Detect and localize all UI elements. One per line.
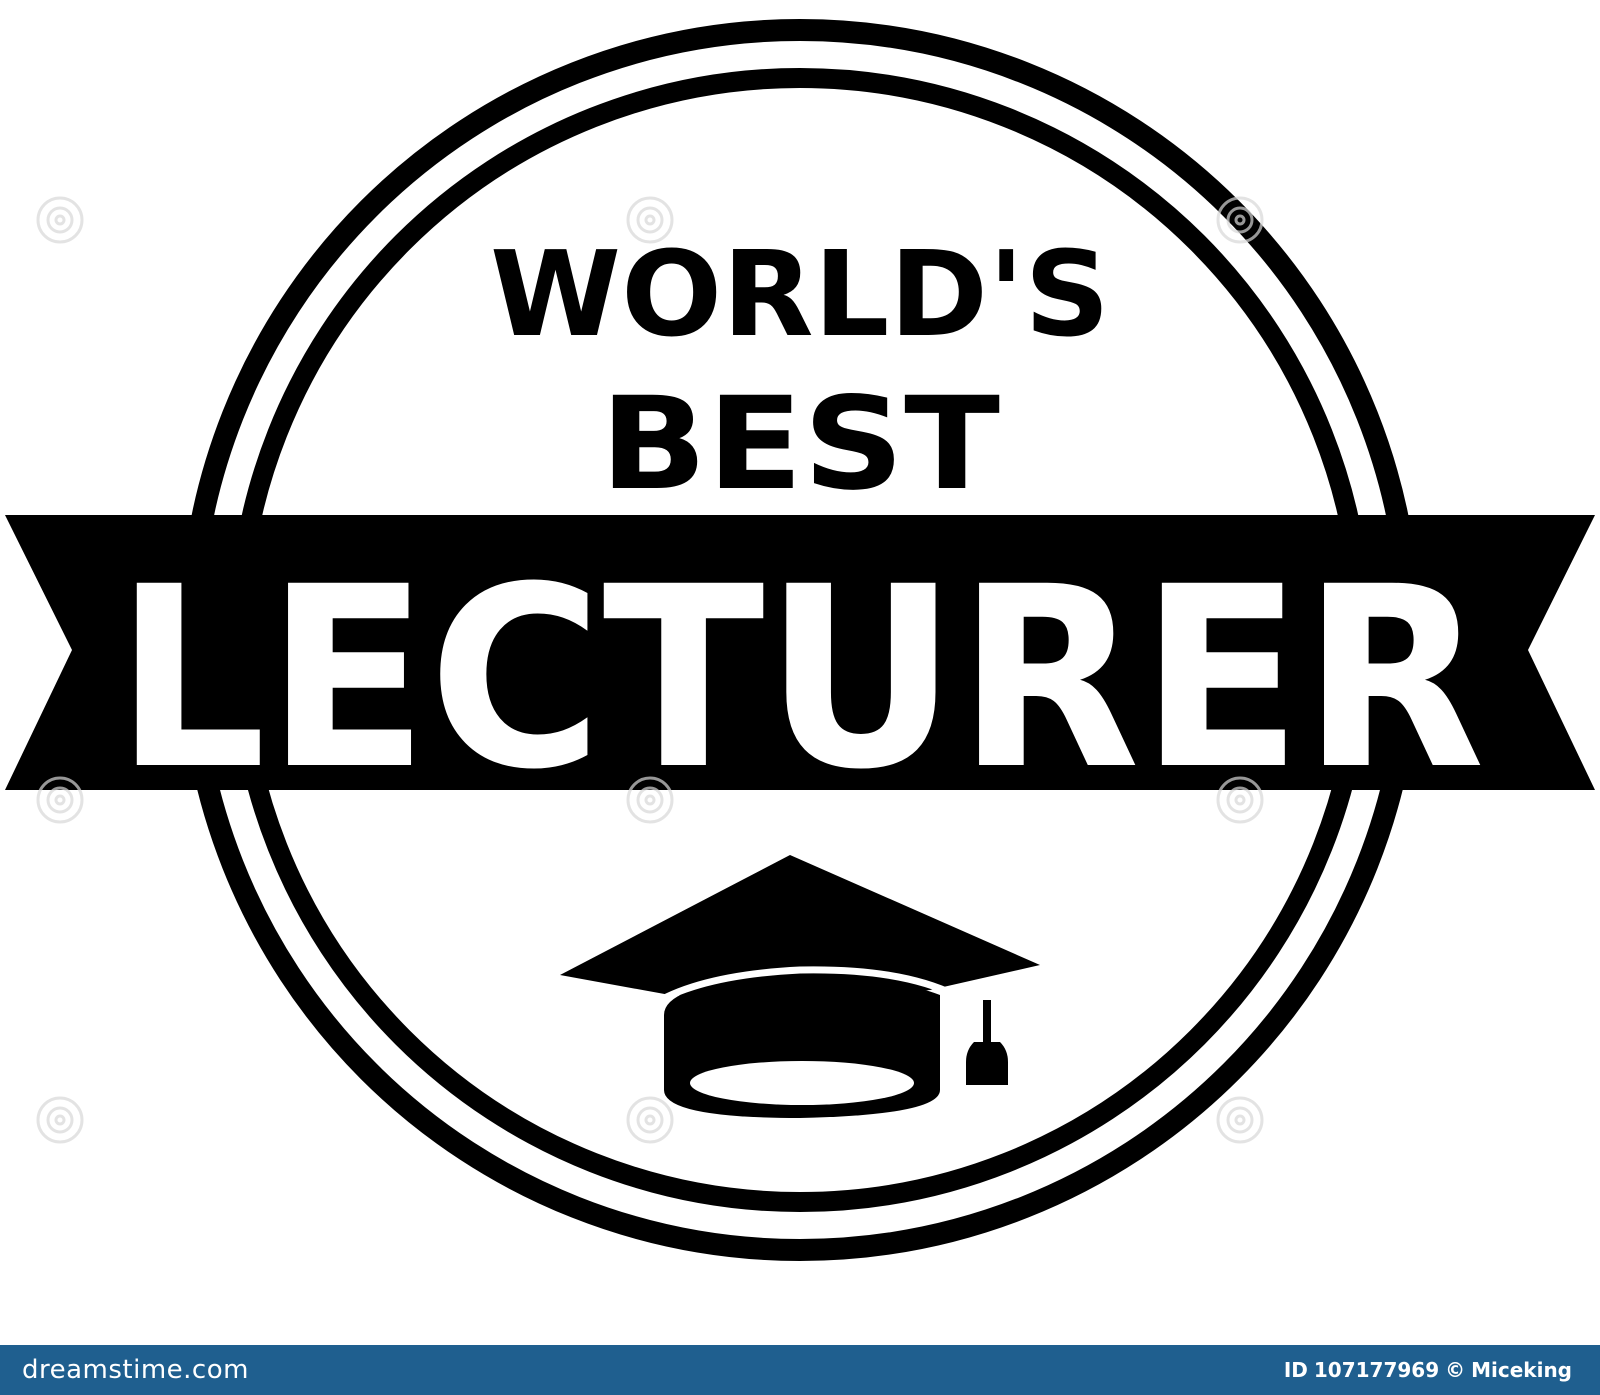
footer-brand[interactable]: dreamstime.com: [22, 1355, 249, 1385]
badge-line-best: BEST: [600, 370, 1000, 519]
badge-emblem: WORLD'S BEST LECTURER: [5, 19, 1595, 1261]
badge-line-worlds: WORLD'S: [490, 225, 1110, 363]
banner-text-lecturer: LECTURER: [115, 533, 1485, 824]
footer-bar: dreamstime.com ID 107177969 © Miceking: [0, 1345, 1600, 1395]
footer-copyright: ©: [1445, 1358, 1466, 1382]
graduation-cap-icon: [560, 855, 1040, 1118]
footer-meta: ID 107177969 © Miceking: [1284, 1358, 1572, 1382]
footer-id-label: ID: [1283, 1358, 1308, 1382]
footer-id-value: 107177969: [1313, 1358, 1440, 1382]
footer-author[interactable]: Miceking: [1471, 1358, 1572, 1382]
